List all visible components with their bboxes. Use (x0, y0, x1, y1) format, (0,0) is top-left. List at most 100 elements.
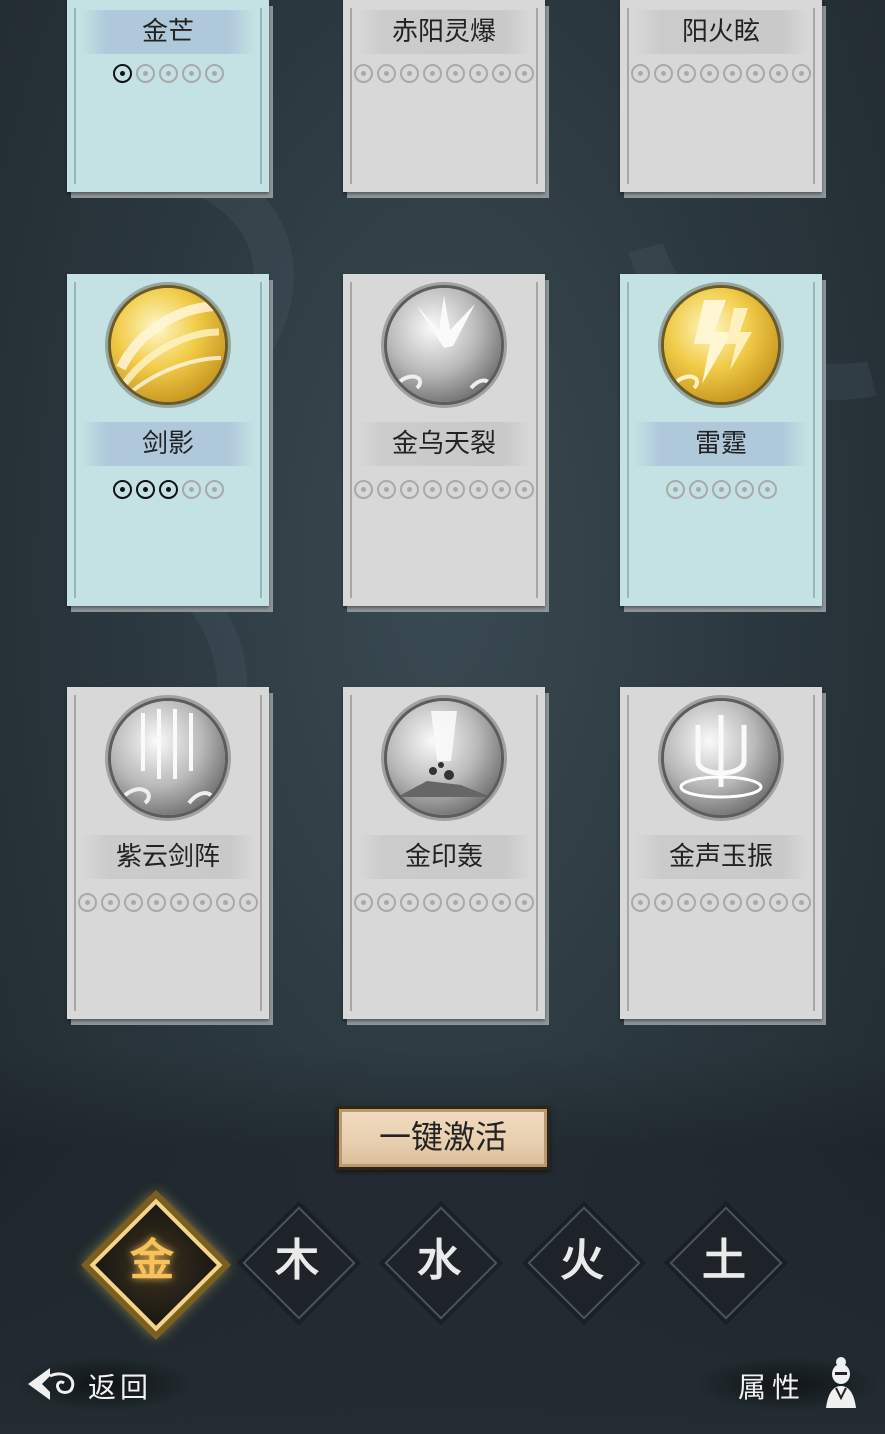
level-pip-empty (204, 64, 224, 83)
skill-card[interactable]: 金乌天裂 (343, 274, 549, 612)
element-tab-label: 火 (560, 1235, 604, 1286)
level-pip-empty (170, 893, 189, 912)
level-pip-empty (423, 64, 442, 83)
skill-name: 阳火眩 (634, 10, 808, 54)
card-face: 金芒 (67, 0, 269, 192)
level-pip-empty (631, 64, 650, 83)
skill-name: 雷霆 (634, 422, 808, 466)
element-tab[interactable]: 火 (527, 1206, 641, 1320)
skill-level-pips (67, 893, 269, 912)
skill-level-pips (67, 480, 269, 499)
level-pip-filled (112, 480, 132, 499)
card-face: 金乌天裂 (343, 274, 545, 606)
level-pip-filled (112, 64, 132, 83)
attributes-button[interactable]: 属性 (700, 1348, 875, 1418)
level-pip-empty (400, 480, 419, 499)
skill-card[interactable]: 阳火眩 (620, 0, 826, 198)
element-tab[interactable]: 水 (384, 1206, 498, 1320)
level-pip-empty (515, 893, 534, 912)
skill-name: 赤阳灵爆 (357, 10, 531, 54)
element-tab[interactable]: 木 (242, 1206, 356, 1320)
level-pip-empty (734, 480, 754, 499)
level-pip-empty (654, 893, 673, 912)
level-pip-empty (711, 480, 731, 499)
level-pip-empty (354, 480, 373, 499)
level-pip-empty (147, 893, 166, 912)
back-label: 返回 (88, 1371, 153, 1404)
card-face: 紫云剑阵 (67, 687, 269, 1019)
level-pip-empty (792, 893, 811, 912)
level-pip-empty (469, 480, 488, 499)
impact-icon (387, 701, 501, 815)
level-pip-empty (193, 893, 212, 912)
level-pip-empty (423, 480, 442, 499)
attributes-label: 属性 (738, 1371, 807, 1404)
level-pip-empty (665, 480, 685, 499)
level-pip-empty (181, 64, 201, 83)
level-pip-empty (792, 64, 811, 83)
level-pip-empty (377, 480, 396, 499)
skill-name: 金乌天裂 (357, 422, 531, 466)
level-pip-empty (377, 893, 396, 912)
level-pip-empty (400, 64, 419, 83)
card-face: 阳火眩 (620, 0, 822, 192)
level-pip-empty (688, 480, 708, 499)
level-pip-empty (135, 64, 155, 83)
card-face: 剑影 (67, 274, 269, 606)
level-pip-empty (492, 64, 511, 83)
element-tab-label: 土 (702, 1235, 746, 1286)
element-tab[interactable]: 金 (89, 1198, 223, 1332)
back-button[interactable]: 返回 (20, 1352, 190, 1416)
level-pip-empty (723, 893, 742, 912)
element-tab-label: 木 (275, 1235, 319, 1286)
skill-card[interactable]: 雷霆 (620, 274, 826, 612)
level-pip-empty (654, 64, 673, 83)
level-pip-empty (677, 893, 696, 912)
sword-rain-icon (111, 701, 225, 815)
level-pip-empty (469, 893, 488, 912)
skill-level-pips (620, 893, 822, 912)
level-pip-filled (158, 480, 178, 499)
card-face: 赤阳灵爆 (343, 0, 545, 192)
level-pip-filled (135, 480, 155, 499)
level-pip-empty (216, 893, 235, 912)
level-pip-empty (677, 64, 696, 83)
level-pip-empty (446, 64, 465, 83)
skill-name: 金印轰 (357, 835, 531, 879)
level-pip-empty (631, 893, 650, 912)
skill-card[interactable]: 剑影 (67, 274, 273, 612)
back-arrow-icon (28, 1368, 75, 1400)
skill-card[interactable]: 金芒 (67, 0, 273, 198)
level-pip-empty (769, 64, 788, 83)
level-pip-empty (723, 64, 742, 83)
level-pip-empty (423, 893, 442, 912)
skill-level-pips (67, 64, 269, 83)
one-click-activate-button[interactable]: 一键激活 (336, 1106, 550, 1170)
card-face: 金声玉振 (620, 687, 822, 1019)
level-pip-empty (354, 64, 373, 83)
level-pip-empty (700, 893, 719, 912)
skill-card[interactable]: 紫云剑阵 (67, 687, 273, 1025)
element-tab[interactable]: 土 (669, 1206, 783, 1320)
skill-card[interactable]: 赤阳灵爆 (343, 0, 549, 198)
level-pip-empty (700, 64, 719, 83)
skill-card[interactable]: 金印轰 (343, 687, 549, 1025)
level-pip-empty (239, 893, 258, 912)
skill-name: 剑影 (81, 422, 255, 466)
skill-name: 紫云剑阵 (81, 835, 255, 879)
trident-icon (664, 701, 778, 815)
level-pip-empty (769, 893, 788, 912)
skill-name: 金芒 (81, 10, 255, 54)
level-pip-empty (101, 893, 120, 912)
skill-level-pips (343, 480, 545, 499)
skill-level-pips (343, 64, 545, 83)
lightning-icon (664, 288, 778, 402)
level-pip-empty (515, 480, 534, 499)
level-pip-empty (746, 893, 765, 912)
skill-level-pips (620, 480, 822, 499)
skill-level-pips (620, 64, 822, 83)
level-pip-empty (492, 480, 511, 499)
card-face: 雷霆 (620, 274, 822, 606)
skill-name: 金声玉振 (634, 835, 808, 879)
skill-card[interactable]: 金声玉振 (620, 687, 826, 1025)
